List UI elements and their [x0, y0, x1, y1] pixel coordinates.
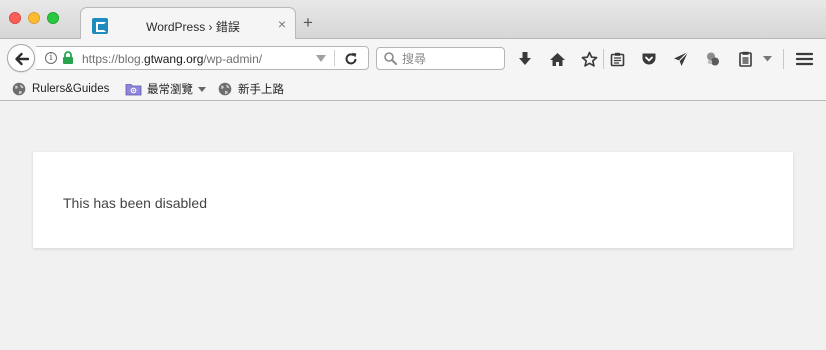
url-prefix: https://blog.: [82, 52, 145, 66]
tab-close-icon[interactable]: ×: [278, 16, 286, 32]
bookmark-label: 新手上路: [238, 84, 284, 96]
reading-list-icon[interactable]: [608, 50, 626, 68]
history-dropmarker-icon[interactable]: [316, 55, 326, 62]
globe-icon: [218, 82, 232, 96]
active-tab[interactable]: WordPress › 錯誤 ×: [80, 7, 296, 40]
tab-strip: WordPress › 錯誤 × +: [0, 0, 826, 40]
search-bar[interactable]: [376, 47, 505, 70]
search-icon: [384, 52, 397, 70]
chevron-down-icon: [198, 86, 206, 92]
window-close-button[interactable]: [9, 12, 21, 24]
site-info-icon[interactable]: i: [45, 52, 57, 64]
url-text[interactable]: https://blog.gtwang.org/wp-admin/: [82, 52, 262, 66]
hamburger-menu-icon[interactable]: [795, 50, 813, 68]
bookmark-rulers-guides[interactable]: Rulers&Guides: [12, 80, 109, 98]
wordpress-favicon-icon: [92, 18, 108, 34]
page-content: This has been disabled: [0, 102, 826, 350]
clipboard-icon[interactable]: [736, 50, 754, 68]
secure-lock-icon[interactable]: [62, 51, 74, 70]
smart-folder-icon: [125, 84, 142, 96]
url-path: /wp-admin/: [203, 52, 263, 66]
send-icon[interactable]: [672, 50, 690, 68]
wp-die-message-box: This has been disabled: [33, 152, 793, 248]
pocket-icon[interactable]: [640, 50, 658, 68]
overflow-chevron-icon[interactable]: [760, 50, 774, 68]
extension-icon[interactable]: [704, 50, 722, 68]
toolbar-divider: [783, 49, 784, 69]
bookmark-most-visited[interactable]: 最常瀏覽: [125, 80, 206, 98]
bookmark-star-icon[interactable]: [580, 50, 598, 68]
window-zoom-button[interactable]: [47, 12, 59, 24]
navigation-toolbar: i https://blog.gtwang.org/wp-admin/: [0, 39, 826, 77]
url-bar[interactable]: i https://blog.gtwang.org/wp-admin/: [36, 46, 369, 70]
bookmark-label: 最常瀏覽: [147, 84, 193, 96]
download-icon[interactable]: [516, 50, 534, 68]
bookmark-label: Rulers&Guides: [32, 83, 110, 95]
reload-icon[interactable]: [344, 52, 358, 71]
toolbar-divider: [603, 49, 604, 69]
window-minimize-button[interactable]: [28, 12, 40, 24]
search-input[interactable]: [402, 50, 500, 67]
globe-icon: [12, 82, 26, 96]
new-tab-button[interactable]: +: [303, 13, 313, 33]
back-button[interactable]: [7, 44, 35, 72]
home-icon[interactable]: [548, 50, 566, 68]
back-arrow-icon: [15, 52, 30, 66]
bookmark-getting-started[interactable]: 新手上路: [218, 80, 284, 98]
bookmarks-toolbar: Rulers&Guides 最常瀏覽 新手上路: [0, 77, 826, 101]
error-message: This has been disabled: [63, 195, 207, 211]
tab-title: WordPress › 錯誤: [146, 20, 240, 34]
url-bar-divider: [334, 50, 335, 66]
url-host: gtwang.org: [144, 52, 204, 66]
